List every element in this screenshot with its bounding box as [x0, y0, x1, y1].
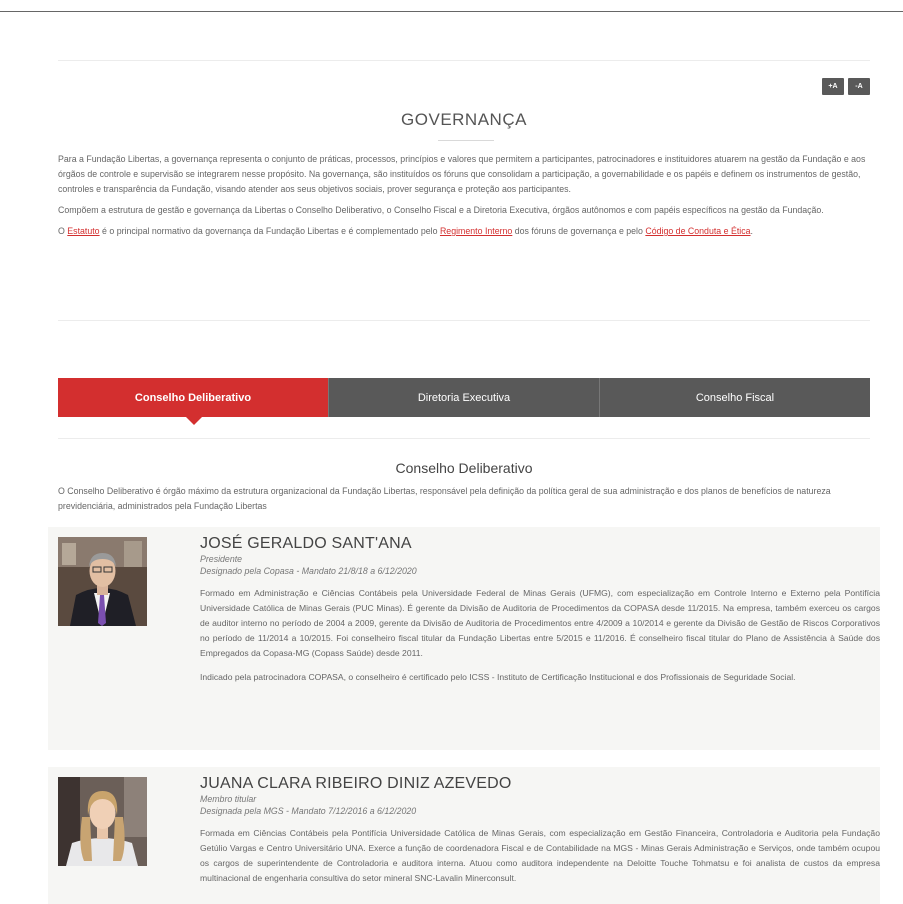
intro-paragraph: Compõem a estrutura de gestão e governan…: [58, 205, 824, 215]
bio-paragraph: Formada em Ciências Contábeis pela Ponti…: [200, 828, 880, 883]
text: dos fóruns de governança e pelo: [512, 226, 646, 236]
divider: [58, 60, 870, 61]
tab-conselho-fiscal[interactable]: Conselho Fiscal: [599, 378, 870, 417]
divider: [58, 320, 870, 321]
title-underline: [438, 140, 494, 141]
font-size-controls: +A -A: [822, 78, 870, 95]
member-mandate: Designado pela Copasa - Mandato 21/8/18 …: [200, 566, 417, 576]
intro-paragraph: Para a Fundação Libertas, a governança r…: [58, 154, 866, 194]
member-role: Presidente: [200, 554, 243, 564]
text: é o principal normativo da governança da…: [99, 226, 440, 236]
member-card: JOSÉ GERALDO SANT'ANA Presidente Designa…: [48, 527, 880, 750]
member-photo: [58, 537, 147, 626]
tab-conselho-deliberativo[interactable]: Conselho Deliberativo: [58, 378, 328, 425]
member-info: JOSÉ GERALDO SANT'ANA Presidente Designa…: [200, 535, 880, 694]
regimento-interno-link[interactable]: Regimento Interno: [440, 226, 512, 236]
member-name: JOSÉ GERALDO SANT'ANA: [200, 535, 412, 552]
codigo-conduta-link[interactable]: Código de Conduta e Ética: [645, 226, 750, 236]
member-mandate: Designada pela MGS - Mandato 7/12/2016 a…: [200, 806, 417, 816]
tab-diretoria-executiva[interactable]: Diretoria Executiva: [328, 378, 599, 417]
bio-paragraph: Indicado pela patrocinadora COPASA, o co…: [200, 672, 796, 682]
member-bio: Formado em Administração e Ciências Cont…: [200, 586, 880, 685]
page-title: GOVERNANÇA: [401, 110, 527, 129]
section-description: O Conselho Deliberativo é órgão máximo d…: [58, 486, 831, 511]
member-role: Membro titular: [200, 794, 257, 804]
member-bio: Formada em Ciências Contábeis pela Ponti…: [200, 826, 880, 886]
text: O: [58, 226, 68, 236]
member-name: JUANA CLARA RIBEIRO DINIZ AZEVEDO: [200, 775, 512, 792]
text: .: [750, 226, 753, 236]
increase-font-button[interactable]: +A: [822, 78, 844, 95]
member-photo: [58, 777, 147, 866]
member-info: JUANA CLARA RIBEIRO DINIZ AZEVEDO Membro…: [200, 775, 880, 895]
governance-tabs: Conselho Deliberativo Diretoria Executiv…: [58, 378, 870, 425]
top-header-bar: [0, 0, 903, 12]
section-title: Conselho Deliberativo: [395, 460, 533, 476]
bio-paragraph: Formado em Administração e Ciências Cont…: [200, 588, 880, 658]
member-card: JUANA CLARA RIBEIRO DINIZ AZEVEDO Membro…: [48, 767, 880, 904]
estatuto-link[interactable]: Estatuto: [67, 226, 99, 236]
intro-paragraph: O Estatuto é o principal normativo da go…: [58, 224, 870, 239]
intro-text: Para a Fundação Libertas, a governança r…: [58, 152, 870, 245]
divider: [58, 438, 870, 439]
decrease-font-button[interactable]: -A: [848, 78, 870, 95]
